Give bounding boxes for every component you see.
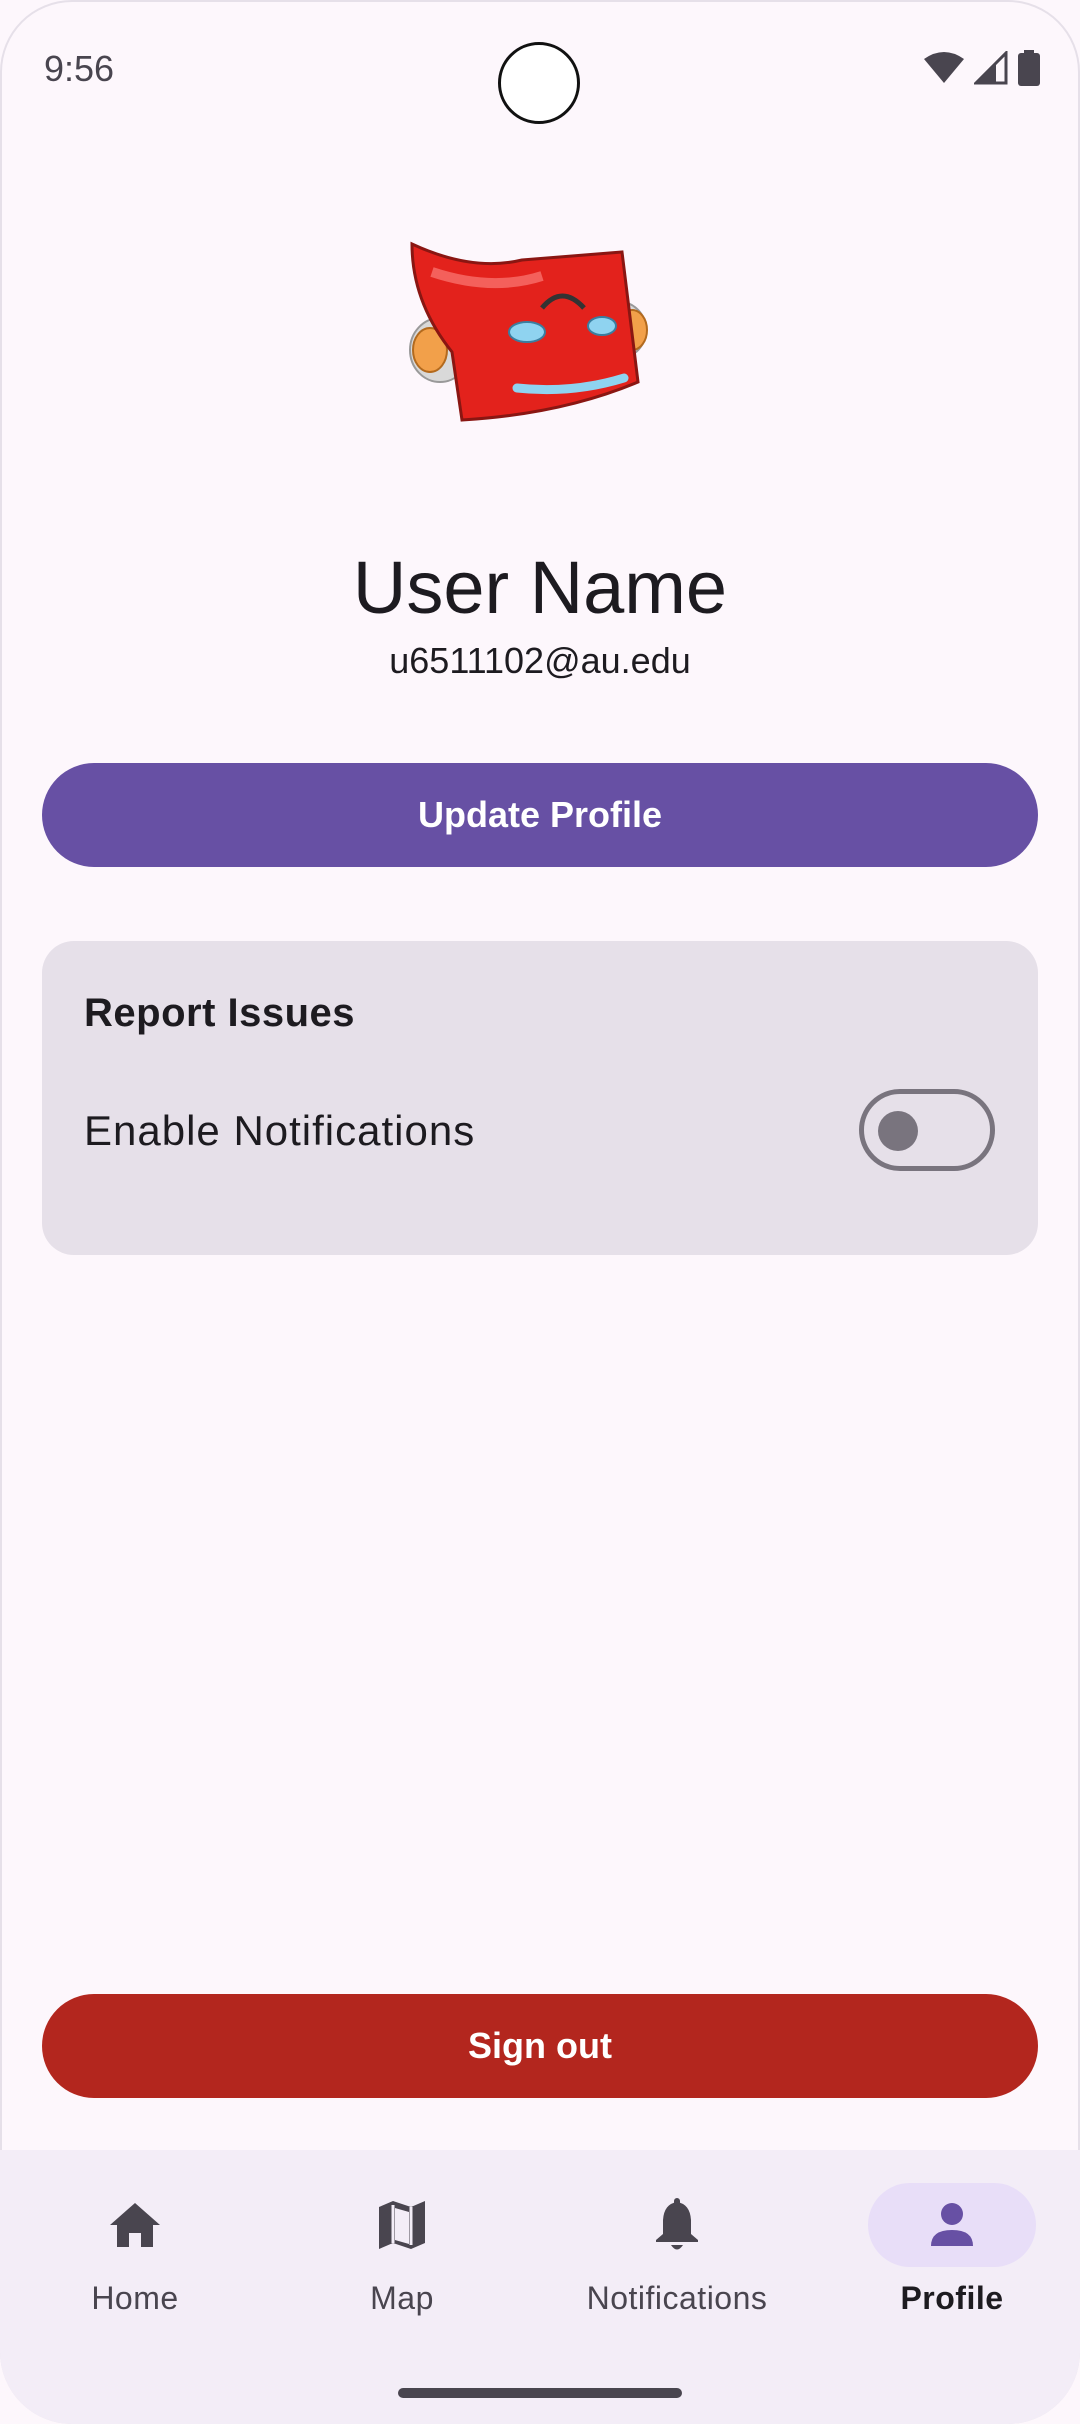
notifications-label: Enable Notifications bbox=[84, 1107, 476, 1154]
sign-out-button[interactable]: Sign out bbox=[42, 1994, 1038, 2098]
nav-label-home: Home bbox=[91, 2280, 179, 2316]
battery-icon bbox=[1018, 50, 1040, 86]
status-time: 9:56 bbox=[44, 48, 115, 89]
nav-label-map: Map bbox=[370, 2280, 434, 2316]
avatar bbox=[409, 241, 648, 422]
toggle-thumb bbox=[878, 1111, 918, 1151]
nav-item-map[interactable]: Map bbox=[267, 2150, 537, 2350]
settings-card: Report Issues Enable Notifications bbox=[42, 941, 1038, 1255]
user-name: User Name bbox=[352, 546, 728, 629]
bell-icon bbox=[656, 2198, 698, 2250]
map-icon bbox=[379, 2201, 425, 2249]
nav-label-notifications: Notifications bbox=[586, 2280, 768, 2316]
home-icon bbox=[110, 2203, 160, 2247]
bottom-navigation: Home Map Notifications Profile bbox=[0, 2150, 1080, 2424]
nav-item-notifications[interactable]: Notifications bbox=[542, 2150, 812, 2350]
status-icons bbox=[924, 50, 1040, 86]
wifi-icon bbox=[924, 52, 964, 83]
notifications-toggle[interactable] bbox=[859, 1089, 995, 1171]
person-icon bbox=[931, 2203, 973, 2246]
signal-icon bbox=[974, 51, 1008, 85]
nav-item-home[interactable]: Home bbox=[0, 2150, 270, 2350]
nav-item-profile[interactable]: Profile bbox=[817, 2150, 1080, 2350]
nav-label-profile: Profile bbox=[900, 2280, 1004, 2316]
user-email: u6511102@au.edu bbox=[389, 640, 691, 681]
update-profile-button[interactable]: Update Profile bbox=[42, 763, 1038, 867]
home-indicator[interactable] bbox=[398, 2388, 682, 2398]
profile-screen: 9:56 User Name u6511102@au.edu Update Pr… bbox=[0, 0, 1080, 2424]
nav-active-pill bbox=[868, 2183, 1036, 2267]
card-title: Report Issues bbox=[84, 991, 356, 1035]
camera-cutout bbox=[498, 42, 580, 124]
